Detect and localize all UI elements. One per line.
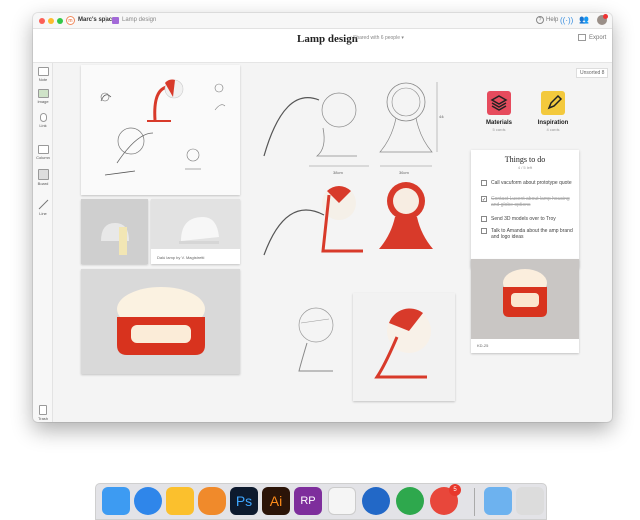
illustrator-icon[interactable]: Ai (262, 487, 290, 515)
link-icon (39, 113, 47, 122)
title-bar: m Marc's space | Lamp design ? Help ((·))… (33, 13, 612, 29)
todo-checkbox[interactable] (481, 228, 487, 234)
help-button[interactable]: ? Help (536, 16, 558, 24)
board-breadcrumb[interactable]: Lamp design (122, 17, 156, 23)
avatar[interactable] (597, 14, 608, 25)
space-avatar[interactable]: m (66, 16, 75, 25)
kd25-photo (471, 259, 579, 339)
note-icon (37, 67, 49, 76)
inspiration-count: 4 cards (546, 127, 560, 132)
column-icon (37, 145, 49, 154)
line-icon (38, 199, 48, 210)
lamp-closeup-card[interactable] (353, 293, 455, 401)
inspiration-label: Inspiration (537, 120, 569, 126)
dimension-label-3: 44cm (439, 114, 444, 119)
illustrator-label: Ai (269, 493, 283, 509)
breadcrumb-separator: | (105, 16, 107, 23)
chevron-down-icon: ▾ (401, 35, 404, 41)
tool-column[interactable]: Column (35, 145, 51, 160)
kd25-caption: KD-25 (477, 343, 489, 348)
red-lamp-photo (81, 269, 240, 374)
page-title[interactable]: Lamp design (297, 33, 358, 45)
tool-board[interactable]: Board (35, 169, 51, 186)
dalu-lamp-photo-2 (151, 199, 240, 249)
tool-trash[interactable]: Trash (35, 405, 51, 421)
help-label: Help (546, 17, 559, 23)
blimp-icon[interactable] (198, 487, 226, 515)
sketch-image-card[interactable] (81, 65, 240, 195)
app-window: m Marc's space | Lamp design ? Help ((·))… (33, 13, 612, 422)
dock-separator (474, 488, 475, 516)
materials-label: Materials (485, 120, 512, 126)
cleaner-icon[interactable] (396, 487, 424, 515)
close-window-button[interactable] (39, 18, 45, 24)
red-lamp-photo-card[interactable] (81, 269, 240, 374)
dalu-lamp-photo (81, 199, 148, 264)
downloads-icon[interactable] (484, 487, 512, 515)
todo-checkbox[interactable] (481, 180, 487, 186)
todo-title: Things to do (504, 155, 546, 164)
export-label: Export (589, 35, 607, 42)
todo-count: 4 / 5 left (517, 165, 533, 170)
materials-count: 5 cards (492, 127, 506, 132)
export-button[interactable]: Export (578, 34, 606, 41)
people-icon[interactable]: 👥 (579, 15, 589, 24)
1password-icon[interactable] (362, 487, 390, 515)
notification-badge: 5 (449, 484, 461, 496)
space-name[interactable]: Marc's space (78, 17, 115, 23)
lamp-closeup-image (353, 293, 455, 401)
tool-line[interactable]: Line (35, 199, 51, 216)
todo-item[interactable]: Send 3D models over to Troy (481, 216, 573, 224)
minimize-window-button[interactable] (48, 18, 54, 24)
dalu-photo-card[interactable] (81, 199, 148, 264)
todo-checkbox[interactable] (481, 216, 487, 222)
notification-dot (603, 14, 608, 19)
todo-item[interactable]: Call vacuform about prototype quote (481, 180, 573, 194)
dock: Ps Ai RP (95, 483, 547, 520)
todo-list-card[interactable]: Things to do 4 / 5 left Call vacuform ab… (471, 150, 579, 268)
finder-icon[interactable] (102, 487, 130, 515)
todo-item[interactable]: Talk to Amanda about the amp brand and l… (481, 228, 573, 242)
sketch-icon[interactable] (166, 487, 194, 515)
rp-icon[interactable]: RP (294, 487, 322, 515)
wireframe-lamp (298, 307, 334, 372)
safari-icon[interactable] (134, 487, 162, 515)
notes-icon[interactable] (328, 487, 356, 515)
zoom-window-button[interactable] (57, 18, 63, 24)
lamp-renders (263, 182, 433, 256)
image-icon (37, 89, 49, 98)
wifi-icon[interactable]: ((·)) (560, 16, 573, 25)
help-icon: ? (536, 16, 544, 24)
sketch-image (81, 65, 240, 195)
todo-item[interactable]: ✓ Contact Lucent about lamp housing and g… (481, 196, 573, 210)
export-icon (578, 34, 586, 41)
kd25-card[interactable]: KD-25 (471, 259, 579, 353)
dalu-caption: Dalù lamp by V. Magistretti (157, 255, 205, 260)
trash-icon (39, 405, 47, 415)
board-icon (37, 169, 49, 180)
todo-checkbox[interactable]: ✓ (481, 196, 487, 203)
tool-link[interactable]: Link (35, 113, 51, 128)
left-toolbar: Note Image Link Column Board Line Trash (33, 63, 53, 422)
share-label: Shared with 6 people (353, 35, 400, 41)
materials-icon (487, 91, 511, 115)
unsorted-button[interactable]: Unsorted 8 (576, 68, 609, 78)
technical-drawing: 38cm 36cm 44cm (263, 82, 444, 175)
tool-image[interactable]: Image (35, 89, 51, 104)
board-icon (112, 17, 119, 24)
rp-label: RP (300, 495, 316, 507)
trash-icon[interactable] (516, 487, 544, 515)
dalu-caption-card[interactable]: Dalù lamp by V. Magistretti (151, 199, 240, 264)
photoshop-label: Ps (235, 493, 253, 509)
pencil-icon (541, 91, 565, 115)
share-dropdown[interactable]: Shared with 6 people ▾ (353, 35, 404, 41)
tool-note[interactable]: Note (35, 67, 51, 82)
photoshop-icon[interactable]: Ps (230, 487, 258, 515)
